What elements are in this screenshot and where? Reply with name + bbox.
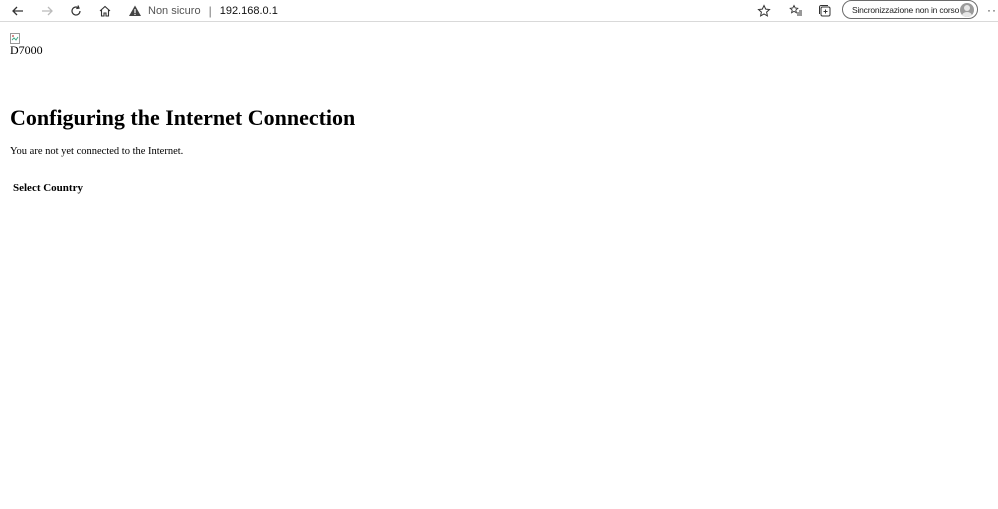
warning-icon	[129, 5, 141, 16]
security-label: Non sicuro	[148, 4, 201, 17]
favorite-star-icon[interactable]	[754, 1, 774, 20]
url-text[interactable]: 192.168.0.1	[220, 5, 278, 17]
back-icon[interactable]	[8, 1, 28, 20]
connection-status-text: You are not yet connected to the Interne…	[10, 146, 184, 157]
forward-icon[interactable]	[37, 1, 57, 20]
sync-status-button[interactable]: Sincronizzazione non in corso	[842, 0, 978, 19]
collections-icon[interactable]	[815, 1, 835, 20]
browser-toolbar: Non sicuro | 192.168.0.1 Sincronizzazion…	[0, 0, 998, 22]
home-icon[interactable]	[95, 1, 115, 20]
address-bar[interactable]: Non sicuro | 192.168.0.1	[128, 1, 748, 20]
profile-avatar-icon	[960, 3, 974, 17]
sync-label: Sincronizzazione non in corso	[852, 4, 960, 15]
page-title: Configuring the Internet Connection	[10, 105, 356, 130]
favorites-list-icon[interactable]	[786, 1, 806, 20]
refresh-icon[interactable]	[66, 1, 86, 20]
router-logo-alt-text: D7000	[10, 43, 43, 57]
more-options-icon[interactable]: ···	[987, 3, 998, 17]
address-separator: |	[208, 3, 212, 18]
select-country-heading: Select Country	[13, 182, 83, 194]
